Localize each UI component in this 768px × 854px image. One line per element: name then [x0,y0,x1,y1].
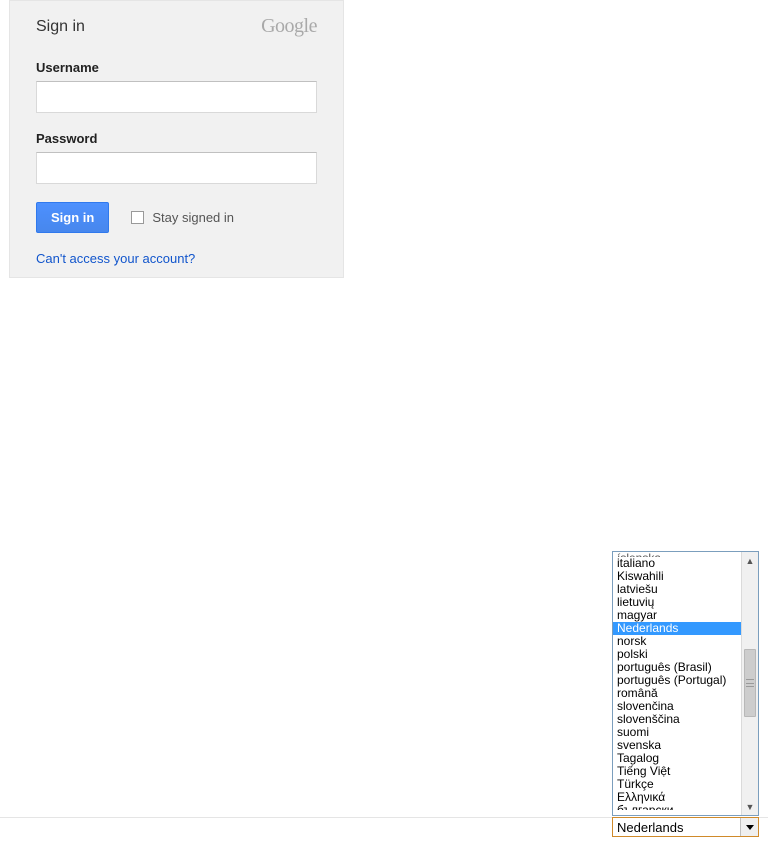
password-input[interactable] [36,152,317,184]
signin-button[interactable]: Sign in [36,202,109,233]
language-select-button[interactable] [740,818,758,836]
signin-card: Sign in Google Username Password Sign in… [9,0,344,278]
action-row: Sign in Stay signed in [36,202,317,233]
username-input[interactable] [36,81,317,113]
scroll-up-button[interactable]: ▲ [742,552,758,569]
language-options-container: íslenska italiano Kiswahili latviešu lie… [613,552,741,815]
scroll-down-button[interactable]: ▼ [742,798,758,815]
account-help-link[interactable]: Can't access your account? [36,251,195,266]
language-option[interactable]: Ελληνικά [613,791,741,804]
username-label: Username [36,60,317,75]
stay-signed-checkbox[interactable] [131,211,144,224]
language-listbox[interactable]: íslenska italiano Kiswahili latviešu lie… [612,551,759,816]
card-header: Sign in Google [36,15,317,38]
chevron-down-icon [746,825,754,830]
scroll-grip-icon [746,679,754,687]
scroll-track[interactable] [742,569,758,798]
language-option[interactable]: български [613,804,741,810]
google-logo: Google [261,15,317,38]
chevron-down-icon: ▼ [746,802,755,812]
listbox-scrollbar[interactable]: ▲ ▼ [741,552,758,815]
stay-signed-label: Stay signed in [152,210,234,225]
language-select[interactable]: Nederlands [612,817,759,837]
language-select-value: Nederlands [613,818,740,836]
chevron-up-icon: ▲ [746,556,755,566]
stay-signed-row: Stay signed in [131,210,234,225]
password-label: Password [36,131,317,146]
signin-title: Sign in [36,18,85,36]
scroll-thumb[interactable] [744,649,756,717]
